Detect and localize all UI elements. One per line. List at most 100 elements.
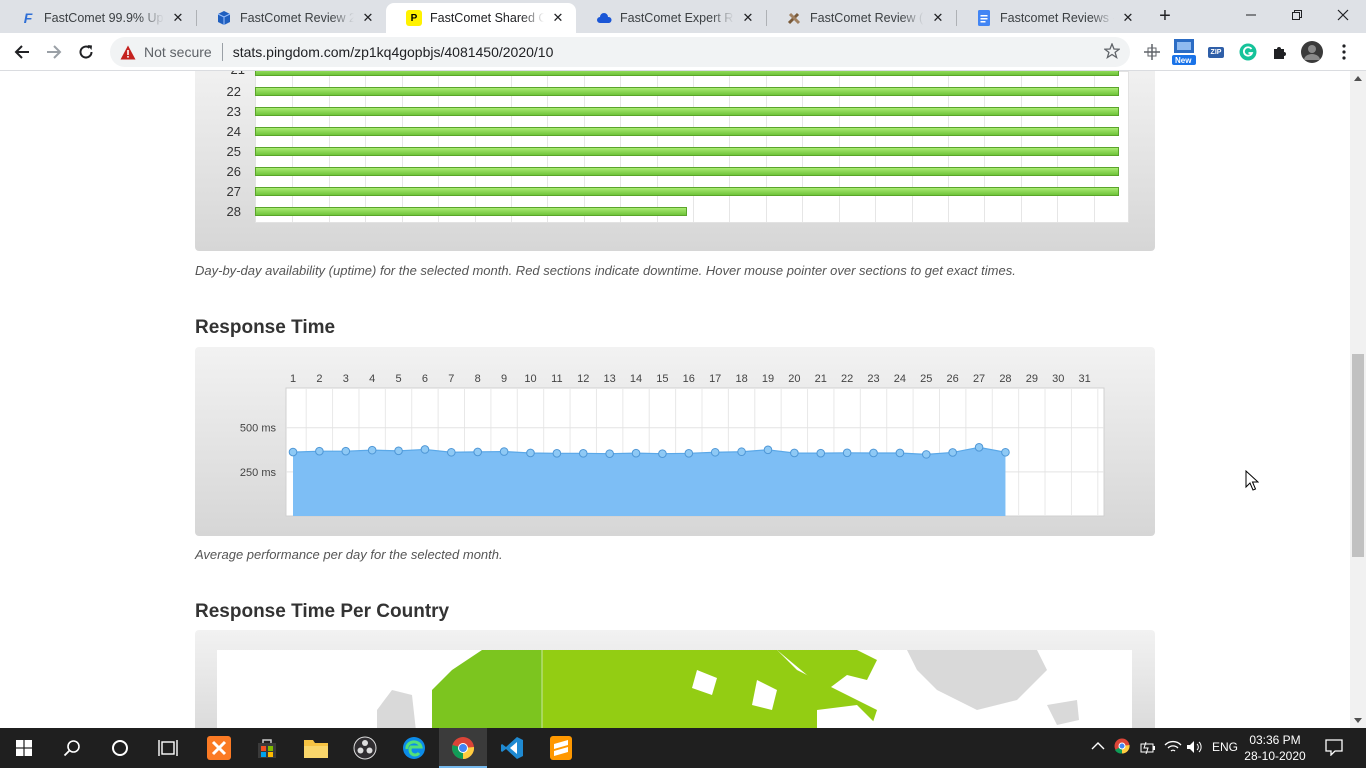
response-time-point[interactable] [578, 449, 588, 458]
tab-strip: F FastComet 99.9% Uptime ✕ FastComet Rev… [0, 0, 1366, 33]
wifi-icon[interactable] [1164, 740, 1182, 757]
uptime-bar[interactable] [255, 107, 1119, 116]
store-icon[interactable] [243, 728, 291, 768]
response-time-point[interactable] [790, 448, 799, 458]
chrome-icon[interactable] [439, 728, 487, 768]
xampp-icon[interactable] [195, 728, 243, 768]
uptime-day-label: 24 [226, 124, 241, 139]
response-time-point[interactable] [526, 448, 535, 458]
task-view-icon [158, 740, 178, 756]
start-button[interactable] [0, 728, 48, 768]
response-time-point[interactable] [816, 448, 826, 458]
obs-icon[interactable] [341, 728, 389, 768]
response-time-point[interactable] [447, 447, 456, 457]
uptime-bar[interactable] [255, 167, 1119, 176]
arrow-right-icon [47, 45, 62, 59]
cloud-icon [596, 10, 612, 26]
tab-fastcomet-review[interactable]: FastComet Review 2020 ✕ [196, 3, 386, 33]
vscode-icon[interactable] [488, 728, 536, 768]
close-icon[interactable]: ✕ [930, 10, 946, 26]
tab-fastcomet-uptime[interactable]: F FastComet 99.9% Uptime ✕ [0, 3, 196, 33]
profile-avatar[interactable] [1301, 41, 1323, 63]
scroll-down-arrow[interactable] [1354, 718, 1362, 723]
response-time-point[interactable] [499, 447, 509, 456]
close-icon[interactable]: ✕ [740, 10, 756, 26]
uptime-bar[interactable] [255, 71, 1119, 76]
response-time-point[interactable] [394, 446, 403, 456]
file-explorer-icon[interactable] [292, 728, 340, 768]
extensions-puzzle-icon[interactable] [1270, 42, 1290, 62]
response-time-point[interactable] [658, 449, 667, 458]
menu-dots-icon[interactable] [1334, 42, 1354, 62]
response-time-point[interactable] [974, 443, 984, 452]
response-time-point[interactable] [341, 446, 351, 456]
zip-extension-icon[interactable]: ZIP [1206, 42, 1226, 62]
url-text[interactable]: stats.pingdom.com/zp1kq4gopbjs/4081450/2… [233, 44, 554, 60]
close-icon[interactable]: ✕ [550, 10, 566, 26]
new-extension-icon[interactable]: New [1172, 37, 1196, 65]
edge-icon[interactable] [390, 728, 438, 768]
scroll-up-arrow[interactable] [1354, 76, 1362, 81]
volume-icon[interactable] [1186, 740, 1204, 757]
tab-fastcomet-review-2020[interactable]: FastComet Review (2020 ✕ [766, 3, 956, 33]
response-time-point[interactable] [737, 447, 746, 457]
chrome-tray-icon[interactable] [1114, 738, 1130, 757]
uptime-bar[interactable] [255, 87, 1119, 96]
close-icon[interactable]: ✕ [170, 10, 186, 26]
close-icon[interactable]: ✕ [1120, 10, 1136, 26]
restore-button[interactable] [1274, 0, 1320, 30]
tray-overflow-chevron-icon[interactable] [1091, 740, 1105, 754]
minimize-button[interactable] [1228, 0, 1274, 30]
uptime-bar[interactable] [255, 207, 687, 216]
response-time-point[interactable] [895, 448, 905, 458]
response-time-point[interactable] [288, 447, 298, 457]
star-icon[interactable] [1102, 42, 1122, 62]
notifications-icon[interactable] [1325, 738, 1343, 759]
crosshair-extension-icon[interactable] [1142, 42, 1162, 62]
response-time-point[interactable] [842, 448, 852, 458]
response-time-point[interactable] [921, 450, 931, 459]
response-time-point[interactable] [631, 448, 641, 458]
page-scrollbar[interactable] [1350, 71, 1366, 728]
search-button[interactable] [48, 728, 96, 768]
response-time-point[interactable] [684, 449, 694, 458]
battery-icon[interactable] [1140, 740, 1156, 757]
tab-fastcomet-reviews-google[interactable]: Fastcomet Reviews - Go ✕ [956, 3, 1146, 33]
response-time-point[interactable] [605, 449, 614, 458]
new-tab-button[interactable]: + [1154, 6, 1176, 28]
response-time-title: Response Time [195, 317, 336, 338]
cortana-button[interactable] [96, 728, 144, 768]
reload-button[interactable] [72, 38, 100, 66]
tab-fastcomet-expert-review[interactable]: FastComet Expert Review ✕ [576, 3, 766, 33]
security-label[interactable]: Not secure [144, 44, 212, 60]
response-time-point[interactable] [869, 448, 878, 458]
back-button[interactable] [8, 38, 36, 66]
response-time-point[interactable] [948, 448, 957, 457]
warning-icon[interactable] [120, 44, 136, 60]
response-time-point[interactable] [552, 449, 562, 458]
response-time-point[interactable] [420, 445, 430, 454]
uptime-bar[interactable] [255, 187, 1119, 196]
scroll-thumb[interactable] [1352, 354, 1364, 557]
address-bar[interactable]: Not secure stats.pingdom.com/zp1kq4gopbj… [110, 37, 1130, 67]
uptime-bar[interactable] [255, 127, 1119, 136]
forward-button[interactable] [40, 38, 68, 66]
uptime-bar[interactable] [255, 147, 1119, 156]
response-time-point[interactable] [367, 445, 377, 455]
response-time-point[interactable] [763, 445, 773, 455]
sublime-icon[interactable] [537, 728, 585, 768]
response-time-point[interactable] [315, 446, 324, 456]
clock[interactable]: 03:36 PM 28-10-2020 [1240, 732, 1310, 764]
x-tick-label: 17 [709, 373, 721, 385]
response-time-point[interactable] [1001, 447, 1010, 457]
tab-fastcomet-shared-cloud[interactable]: P FastComet Shared Cloud ✕ [386, 3, 576, 33]
close-window-button[interactable] [1320, 0, 1366, 30]
response-time-point[interactable] [710, 447, 720, 457]
task-view-button[interactable] [144, 728, 192, 768]
x-tick-label: 14 [630, 373, 642, 385]
grammarly-icon[interactable] [1238, 42, 1258, 62]
response-time-point[interactable] [473, 447, 483, 457]
close-icon[interactable]: ✕ [360, 10, 376, 26]
language-indicator[interactable]: ENG [1212, 740, 1238, 754]
world-map[interactable] [217, 650, 1132, 728]
